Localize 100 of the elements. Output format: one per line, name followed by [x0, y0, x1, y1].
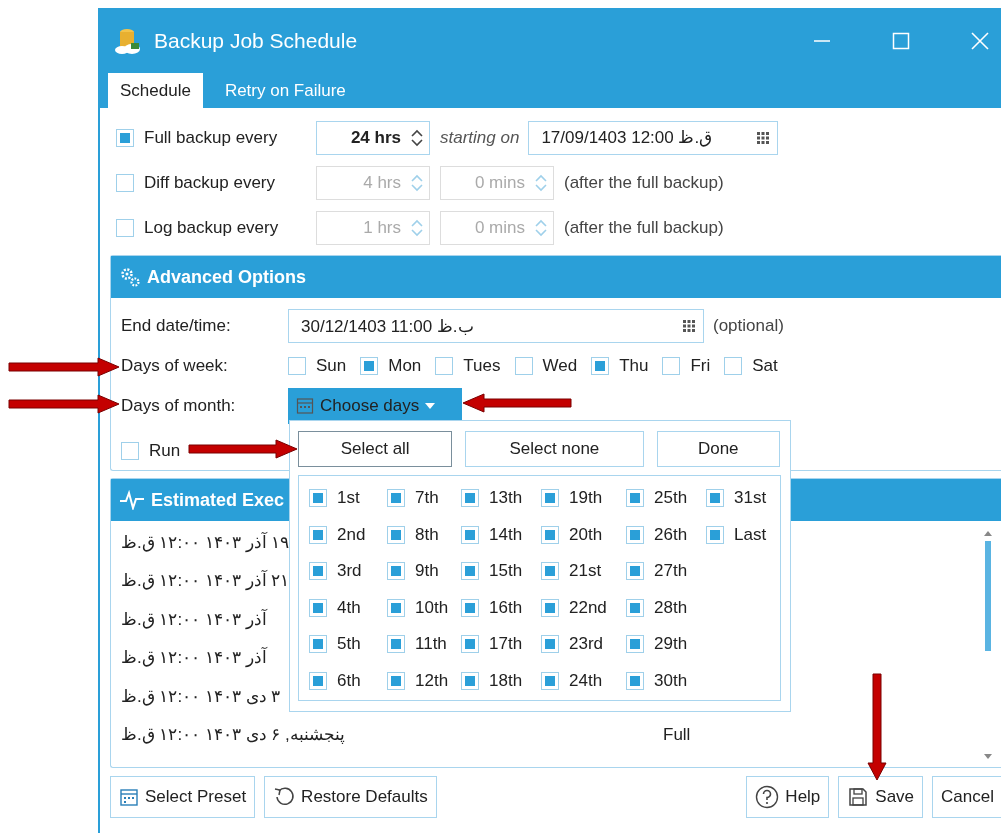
checkbox[interactable] — [541, 635, 559, 654]
checkbox[interactable] — [387, 525, 405, 544]
checkbox-label: 26th — [654, 524, 688, 545]
calendar-icon — [119, 787, 139, 807]
tab[interactable]: Schedule — [108, 73, 203, 108]
checkbox[interactable] — [309, 598, 327, 617]
hours-spinner[interactable]: 24 hrs — [316, 120, 430, 155]
checkbox-label: Full backup every — [144, 127, 278, 148]
footer-button[interactable]: Save — [838, 776, 924, 818]
checkbox[interactable] — [626, 598, 644, 617]
checkbox[interactable] — [662, 357, 681, 375]
backup-type: Full — [663, 724, 692, 745]
checkbox[interactable] — [387, 635, 405, 654]
checkbox-label: 25th — [654, 488, 688, 509]
end-date-field[interactable]: 30/12/1403 11:00 ب.ظ — [288, 309, 704, 343]
checkbox-label: 18th — [489, 670, 523, 691]
checkbox-label: 8th — [415, 524, 439, 545]
checkbox[interactable] — [387, 671, 405, 690]
checkbox[interactable] — [360, 357, 379, 375]
picker-button[interactable]: Done — [656, 431, 780, 467]
checkbox[interactable] — [706, 525, 724, 544]
checkbox[interactable] — [309, 525, 327, 544]
footer-button[interactable]: Restore Defaults — [264, 776, 437, 818]
picker-button[interactable]: Select none — [465, 431, 644, 467]
checkbox[interactable] — [309, 635, 327, 654]
checkbox-label: Last — [734, 524, 767, 545]
checkbox-label: 22nd — [569, 597, 607, 618]
calendar-grid-icon[interactable] — [683, 320, 695, 332]
hint-text: (after the full backup) — [564, 172, 724, 193]
checkbox-label: 5th — [337, 634, 361, 655]
checkbox-label: 15th — [489, 561, 523, 582]
execution-time: ۱۹ آذر ۱۴۰۳ ۱۲:۰۰ ق.ظ — [121, 531, 290, 553]
close-icon[interactable] — [971, 31, 989, 50]
checkbox[interactable] — [541, 489, 559, 508]
execution-time: آذر ۱۴۰۳ ۱۲:۰۰ ق.ظ — [121, 647, 267, 669]
checkbox-label: 1st — [337, 488, 360, 509]
checkbox[interactable] — [541, 525, 559, 544]
checkbox[interactable] — [461, 635, 479, 654]
checkbox[interactable] — [541, 598, 559, 617]
checkbox-label: 19th — [569, 488, 603, 509]
pulse-icon — [119, 490, 145, 510]
checkbox[interactable] — [591, 357, 610, 375]
checkbox[interactable] — [461, 598, 479, 617]
picker-button[interactable]: Select all — [298, 431, 453, 467]
checkbox[interactable] — [309, 562, 327, 581]
spinner-arrows-icon[interactable] — [411, 127, 423, 148]
checkbox-label: 20th — [569, 524, 603, 545]
checkbox-label: Wed — [542, 356, 578, 376]
checkbox[interactable] — [626, 671, 644, 690]
execution-time: ۲۱ آذر ۱۴۰۳ ۱۲:۰۰ ق.ظ — [121, 570, 290, 592]
calendar-icon — [296, 397, 314, 415]
checkbox-label: 7th — [415, 488, 439, 509]
checkbox[interactable] — [387, 598, 405, 617]
checkbox-label: 31st — [734, 488, 767, 509]
execution-time: ۳ دی ۱۴۰۳ ۱۲:۰۰ ق.ظ — [121, 685, 281, 707]
checkbox[interactable] — [626, 489, 644, 508]
checkbox-label: 23rd — [569, 634, 604, 655]
calendar-grid-icon[interactable] — [757, 131, 770, 144]
checkbox-label: 12th — [415, 670, 449, 691]
scroll-down-icon[interactable] — [983, 753, 993, 761]
checkbox-label: 17th — [489, 634, 523, 655]
help-icon — [755, 785, 780, 809]
checkbox[interactable] — [541, 562, 559, 581]
checkbox[interactable] — [541, 671, 559, 690]
checkbox[interactable] — [309, 489, 327, 508]
checkbox[interactable] — [461, 489, 479, 508]
checkbox-label: 30th — [654, 670, 688, 691]
checkbox[interactable] — [387, 489, 405, 508]
checkbox[interactable] — [626, 635, 644, 654]
checkbox[interactable] — [435, 357, 454, 375]
maximize-icon[interactable] — [892, 31, 910, 50]
checkbox[interactable] — [724, 357, 743, 375]
checkbox[interactable] — [461, 562, 479, 581]
checkbox[interactable] — [461, 525, 479, 544]
checkbox-label: 24th — [569, 670, 603, 691]
undo-icon — [273, 786, 296, 808]
start-date-field[interactable]: 17/09/1403 12:00 ق.ظ — [528, 120, 779, 155]
checkbox[interactable] — [461, 671, 479, 690]
footer-button[interactable]: Help — [746, 776, 830, 818]
footer-button[interactable]: Cancel — [932, 776, 1001, 818]
hint-text: (optional) — [713, 316, 784, 336]
checkbox-label: 4th — [337, 597, 361, 618]
hint-text: (after the full backup) — [564, 217, 724, 238]
scroll-up-icon[interactable] — [983, 529, 993, 537]
checkbox-label: 2nd — [337, 524, 366, 545]
checkbox[interactable] — [626, 525, 644, 544]
checkbox-label: 11th — [415, 634, 447, 655]
execution-time: پنجشنبه, ۶ دی ۱۴۰۳ ۱۲:۰۰ ق.ظ — [121, 724, 345, 746]
checkbox-label: Run — [149, 441, 181, 461]
checkbox[interactable] — [309, 671, 327, 690]
checkbox[interactable] — [116, 128, 134, 147]
footer-button[interactable]: Select Preset — [110, 776, 256, 818]
checkbox[interactable] — [121, 442, 139, 460]
checkbox[interactable] — [626, 562, 644, 581]
checkbox[interactable] — [514, 357, 533, 375]
checkbox-label: Sat — [752, 356, 778, 376]
starting-on-label: starting on — [440, 127, 520, 148]
checkbox[interactable] — [288, 357, 306, 375]
checkbox[interactable] — [706, 489, 724, 508]
checkbox[interactable] — [387, 562, 405, 581]
